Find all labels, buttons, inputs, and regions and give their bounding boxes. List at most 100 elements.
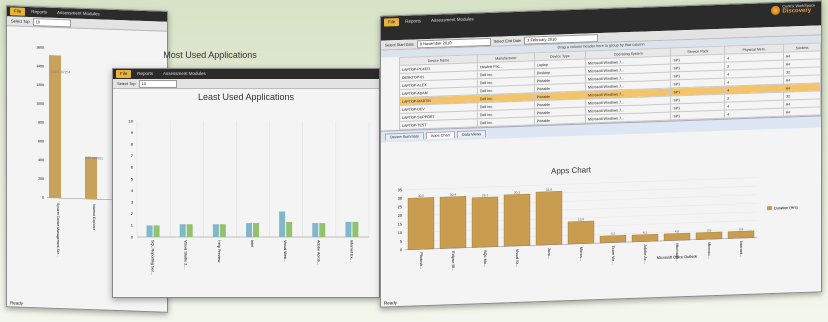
table-cell: SP1 — [670, 110, 725, 121]
legend-swatch — [767, 206, 772, 211]
left-y-tick: 1600 — [36, 45, 44, 49]
right-status: Ready — [384, 300, 398, 306]
mid-category-label: SQL Reporting Ser... — [151, 240, 155, 275]
menu-assessment-modules[interactable]: Assessment Modules — [53, 9, 104, 19]
apps-bar[interactable] — [663, 232, 691, 242]
apps-category-label: Java... — [547, 248, 551, 259]
apps-bar[interactable] — [439, 196, 467, 249]
tab-apps-chart[interactable]: Apps Chart — [425, 131, 455, 140]
mid-bar[interactable] — [279, 211, 286, 237]
left-bar-2[interactable] — [85, 156, 97, 200]
apps-data-label: 4.0 — [675, 229, 680, 233]
apps-bar[interactable] — [535, 191, 563, 246]
apps-category-label: Visual St... — [515, 249, 519, 267]
menu-reports[interactable]: Reports — [133, 70, 157, 78]
apps-bar[interactable] — [599, 235, 627, 244]
apps-y-tick: 5 — [400, 240, 402, 244]
mid-y-tick: 8 — [131, 142, 134, 147]
left-status: Ready — [10, 300, 24, 306]
apps-data-label: 3.9 — [707, 228, 712, 232]
mid-y-tick: 3 — [131, 200, 134, 205]
apps-category-label: Eclipse IB... — [451, 251, 455, 271]
mid-category-label: Adobe Acrob... — [316, 240, 320, 265]
mid-bar[interactable] — [286, 221, 293, 237]
tab-data-views[interactable]: Data Views — [456, 130, 487, 139]
mid-y-tick: 1 — [131, 223, 134, 228]
apps-data-label: 4.2 — [611, 232, 616, 236]
left-bar-1[interactable] — [49, 55, 61, 199]
apps-y-tick: 25 — [398, 205, 402, 209]
apps-bar[interactable] — [727, 230, 755, 239]
left-y-tick: 200 — [38, 177, 44, 181]
apps-data-label: 31.6 — [546, 188, 552, 192]
apps-bar[interactable] — [503, 193, 531, 247]
select-top-dropdown[interactable]: 10 — [138, 79, 177, 88]
apps-y-tick: 0 — [400, 248, 402, 252]
devices-grid: Device Name Manufacturer Device Type Operat… — [381, 42, 821, 130]
apps-data-label: 29.1 — [482, 193, 488, 197]
apps-bar[interactable] — [471, 196, 499, 248]
mid-category-label: Intel — [250, 240, 254, 247]
apps-category-label: Team Vie... — [611, 246, 615, 265]
most-used-title: Most Used Applications — [163, 50, 257, 60]
apps-bar[interactable] — [567, 220, 595, 245]
left-y-tick: 600 — [38, 139, 44, 143]
menu-reports[interactable]: Reports — [401, 17, 425, 26]
menu-reports[interactable]: Reports — [27, 8, 51, 17]
select-top-label: Select Top — [11, 18, 30, 24]
apps-data-label: 3.9 — [739, 227, 744, 231]
table-cell: 4 — [724, 108, 784, 119]
apps-y-tick: 15 — [398, 222, 402, 226]
menu-file[interactable]: File — [10, 7, 26, 16]
apps-data-label: 30.1 — [514, 190, 520, 194]
start-date-label: Select Start Date — [385, 42, 414, 48]
table-cell: Portable — [534, 115, 586, 125]
apps-category-label: Photosh... — [419, 252, 423, 269]
apps-category-label: Internet... — [739, 241, 743, 257]
menu-file[interactable]: File — [116, 70, 132, 78]
mid-bar[interactable] — [253, 223, 259, 237]
apps-data-label: 30.5 — [418, 194, 424, 198]
centrix-logo: Centrix WorkSpace Discovery — [771, 4, 815, 16]
left-y-tick: 0 — [42, 196, 44, 200]
mid-bar[interactable] — [179, 224, 186, 237]
logo-icon — [771, 5, 781, 15]
left-y-tick: 400 — [38, 158, 44, 162]
tab-device-summary[interactable]: Device Summary — [385, 132, 424, 141]
menu-assessment-modules[interactable]: Assessment Modules — [159, 70, 210, 78]
menu-file[interactable]: File — [384, 18, 400, 27]
mid-bar[interactable] — [186, 224, 193, 237]
left-category-2: Internet Explorer — [92, 204, 96, 231]
apps-bar[interactable] — [695, 231, 723, 240]
mid-menubar: File Reports Assessment Modules — [113, 69, 379, 79]
apps-data-label: 13.5 — [578, 217, 584, 221]
mid-category-label: Visual Web... — [283, 240, 287, 262]
mid-bar[interactable] — [153, 225, 160, 237]
mid-bar[interactable] — [345, 221, 352, 237]
table-cell: 64 — [783, 106, 821, 117]
end-date-label: Select End Date — [493, 38, 522, 44]
mid-bar[interactable] — [219, 224, 226, 237]
table-cell: Dell Inc. — [477, 116, 535, 127]
mid-bar[interactable] — [212, 224, 219, 237]
mid-y-tick: 5 — [131, 176, 134, 181]
mid-bar[interactable] — [319, 223, 326, 237]
mid-bar[interactable] — [312, 223, 319, 237]
left-y-tick: 800 — [38, 120, 44, 124]
apps-bar[interactable] — [407, 197, 435, 250]
apps-category-label: SQL Ma... — [483, 250, 487, 267]
mid-toolbar: Select Top 10 — [113, 79, 379, 89]
apps-bar[interactable] — [631, 233, 659, 243]
mid-bar[interactable] — [146, 225, 153, 237]
mid-bar[interactable] — [352, 221, 359, 237]
least-used-window: File Reports Assessment Modules Select T… — [112, 68, 380, 298]
left-bar-1-label: 1,517.92254 — [51, 70, 71, 75]
select-top-dropdown[interactable]: 10 — [32, 17, 71, 27]
apps-category-label: Micros... — [579, 247, 583, 261]
mid-y-tick: 9 — [131, 130, 134, 135]
mid-bar[interactable] — [246, 223, 252, 237]
apps-y-tick: 10 — [398, 231, 402, 235]
menu-assessment-modules[interactable]: Assessment Modules — [427, 15, 478, 25]
apps-window: File Reports Assessment Modules Centrix … — [380, 0, 822, 308]
apps-y-tick: 30 — [398, 197, 402, 201]
